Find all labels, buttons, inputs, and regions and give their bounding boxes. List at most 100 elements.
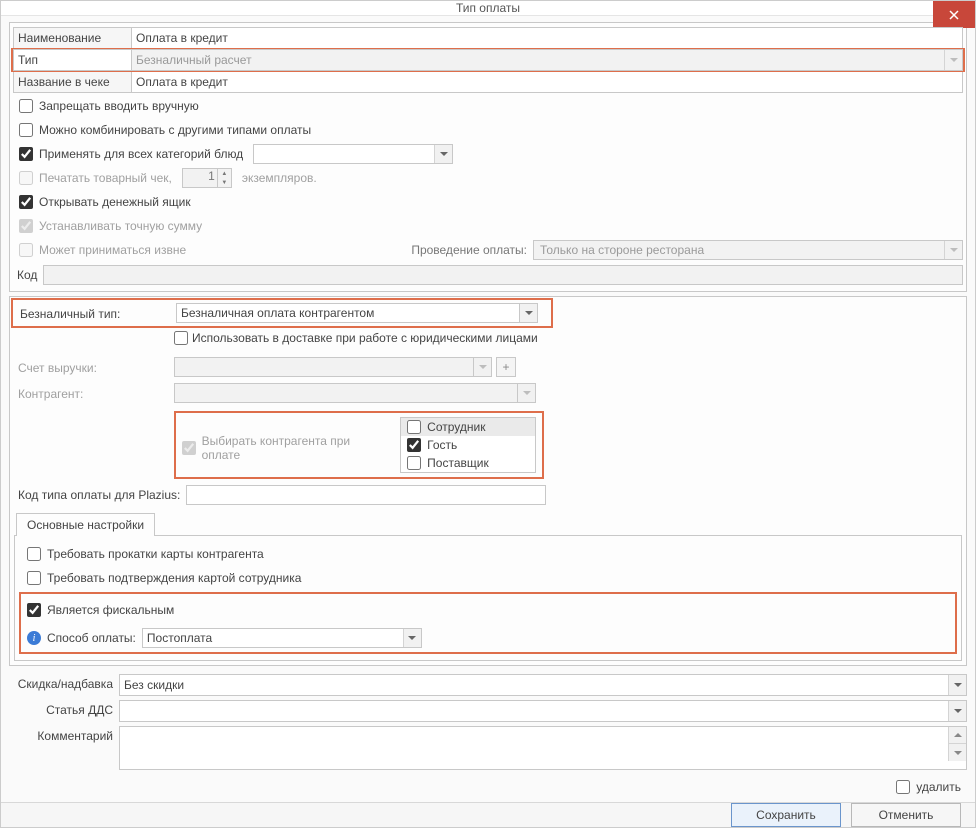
label-cashless-type: Безналичный тип: <box>16 303 176 323</box>
chevron-down-icon <box>434 145 452 163</box>
label-card-swipe: Требовать прокатки карты контрагента <box>47 547 264 561</box>
label-copies-suffix: экземпляров. <box>242 171 317 185</box>
scrollbar[interactable] <box>948 727 966 769</box>
row-exact-sum: Устанавливать точную сумму <box>13 214 963 238</box>
row-pay-method: i Способ оплаты: Постоплата <box>27 628 949 648</box>
label-discount: Скидка/надбавка <box>9 674 119 691</box>
checkbox-cp-supplier[interactable] <box>407 456 421 470</box>
checkbox-all-categories[interactable] <box>19 147 33 161</box>
label-choose-at-pay: Выбирать контрагента при оплате <box>202 434 387 462</box>
close-icon <box>949 10 959 20</box>
comment-textarea[interactable] <box>119 726 967 770</box>
list-item[interactable]: Гость <box>401 436 535 454</box>
chevron-down-icon <box>944 50 962 70</box>
label-name: Наименование <box>13 27 132 49</box>
chevron-down-icon <box>948 701 966 721</box>
row-cash-drawer: Открывать денежный ящик <box>13 190 963 214</box>
row-manual: Запрещать вводить вручную <box>13 94 963 118</box>
scroll-down-icon[interactable] <box>948 744 966 761</box>
checkbox-external <box>19 243 33 257</box>
row-code: Код <box>13 262 963 288</box>
receipt-name-input[interactable]: Оплата в кредит <box>132 71 963 93</box>
checkbox-combine[interactable] <box>19 123 33 137</box>
row-cashless-type: Безналичный тип: Безналичная оплата конт… <box>14 301 962 327</box>
checkbox-cash-drawer[interactable] <box>19 195 33 209</box>
chevron-down-icon <box>944 241 962 259</box>
label-counterparty: Контрагент: <box>14 383 174 401</box>
label-delivery-legal: Использовать в доставке при работе с юри… <box>192 331 538 345</box>
tab-main-settings[interactable]: Основные настройки <box>16 513 155 536</box>
label-delete: удалить <box>916 780 961 794</box>
row-employee-confirm: Требовать подтверждения картой сотрудник… <box>21 566 955 590</box>
label-print-receipt: Печатать товарный чек, <box>39 171 172 185</box>
checkbox-exact-sum <box>19 219 33 233</box>
info-icon: i <box>27 631 41 645</box>
label-pay-method: Способ оплаты: <box>47 631 136 645</box>
chevron-down-icon <box>519 304 537 322</box>
choose-at-pay-group: Выбирать контрагента при оплате <box>182 417 386 473</box>
cancel-button[interactable]: Отменить <box>851 803 961 827</box>
list-item[interactable]: Сотрудник <box>401 418 535 436</box>
row-combine: Можно комбинировать с другими типами опл… <box>13 118 963 142</box>
settings-tabs: Основные настройки Требовать прокатки ка… <box>14 511 962 661</box>
highlight-counterparty-choose: Выбирать контрагента при оплате Сотрудни… <box>174 411 544 479</box>
checkbox-choose-at-pay <box>182 441 196 455</box>
checkbox-employee-confirm[interactable] <box>27 571 41 585</box>
row-receipt-name: Название в чеке Оплата в кредит <box>13 70 963 94</box>
pay-method-select[interactable]: Постоплата <box>142 628 422 648</box>
top-panel: Наименование Оплата в кредит Тип Безнали… <box>9 22 967 292</box>
scroll-up-icon[interactable] <box>948 727 966 744</box>
row-comment: Комментарий <box>9 726 967 770</box>
row-revenue-account: Счет выручки: + <box>14 357 962 383</box>
row-discount: Скидка/надбавка Без скидки <box>9 674 967 696</box>
row-delete: удалить <box>9 774 967 794</box>
spinner: ▲▼ <box>217 169 231 187</box>
row-external: Может приниматься извне Проведение оплат… <box>13 238 963 262</box>
list-item[interactable]: Поставщик <box>401 454 535 472</box>
type-select[interactable]: Безналичный расчет <box>132 49 963 71</box>
highlight-cashless-type: Безналичный тип: Безналичная оплата конт… <box>11 298 553 328</box>
chevron-down-icon <box>517 384 535 402</box>
cashless-type-select[interactable]: Безналичная оплата контрагентом <box>176 303 538 323</box>
checkbox-delete[interactable] <box>896 780 910 794</box>
checkbox-fiscal[interactable] <box>27 603 41 617</box>
checkbox-manual[interactable] <box>19 99 33 113</box>
checkbox-delivery-legal[interactable] <box>174 331 188 345</box>
save-button[interactable]: Сохранить <box>731 803 841 827</box>
dialog-footer: Сохранить Отменить <box>1 802 975 827</box>
row-dds: Статья ДДС <box>9 700 967 722</box>
name-input[interactable]: Оплата в кредит <box>132 27 963 49</box>
discount-select[interactable]: Без скидки <box>119 674 967 696</box>
window-title: Тип оплаты <box>456 1 520 15</box>
chevron-down-icon <box>403 629 421 647</box>
titlebar: Тип оплаты <box>1 1 975 16</box>
checkbox-card-swipe[interactable] <box>27 547 41 561</box>
cashless-panel: Безналичный тип: Безналичная оплата конт… <box>9 296 967 666</box>
row-fiscal: Является фискальным <box>27 598 949 622</box>
label-employee-confirm: Требовать подтверждения картой сотрудник… <box>47 571 301 585</box>
checkbox-cp-employee[interactable] <box>407 420 421 434</box>
label-type: Тип <box>13 49 132 71</box>
row-type: Тип Безналичный расчет <box>11 48 965 72</box>
row-all-categories: Применять для всех категорий блюд <box>13 142 963 166</box>
row-plazius-code: Код типа оплаты для Plazius: <box>14 479 962 509</box>
chevron-down-icon <box>948 675 966 695</box>
checkbox-cp-guest[interactable] <box>407 438 421 452</box>
label-comment: Комментарий <box>9 726 119 743</box>
checkbox-print-receipt <box>19 171 33 185</box>
counterparty-select <box>174 383 536 403</box>
row-name: Наименование Оплата в кредит <box>13 26 963 50</box>
row-counterparty: Контрагент: <box>14 383 962 409</box>
highlight-fiscal: Является фискальным i Способ оплаты: Пос… <box>19 592 957 654</box>
dish-category-select[interactable] <box>253 144 453 164</box>
label-code: Код <box>17 268 37 282</box>
dds-select[interactable] <box>119 700 967 722</box>
label-fiscal: Является фискальным <box>47 603 174 617</box>
label-all-categories: Применять для всех категорий блюд <box>39 147 243 161</box>
ext-processing-select: Только на стороне ресторана <box>533 240 963 260</box>
label-combine: Можно комбинировать с другими типами опл… <box>39 123 311 137</box>
close-button[interactable] <box>933 1 975 28</box>
plazius-code-input[interactable] <box>186 485 546 505</box>
add-revenue-account-button[interactable]: + <box>496 357 516 377</box>
row-choose-counterparty: Выбирать контрагента при оплате Сотрудни… <box>14 411 962 479</box>
